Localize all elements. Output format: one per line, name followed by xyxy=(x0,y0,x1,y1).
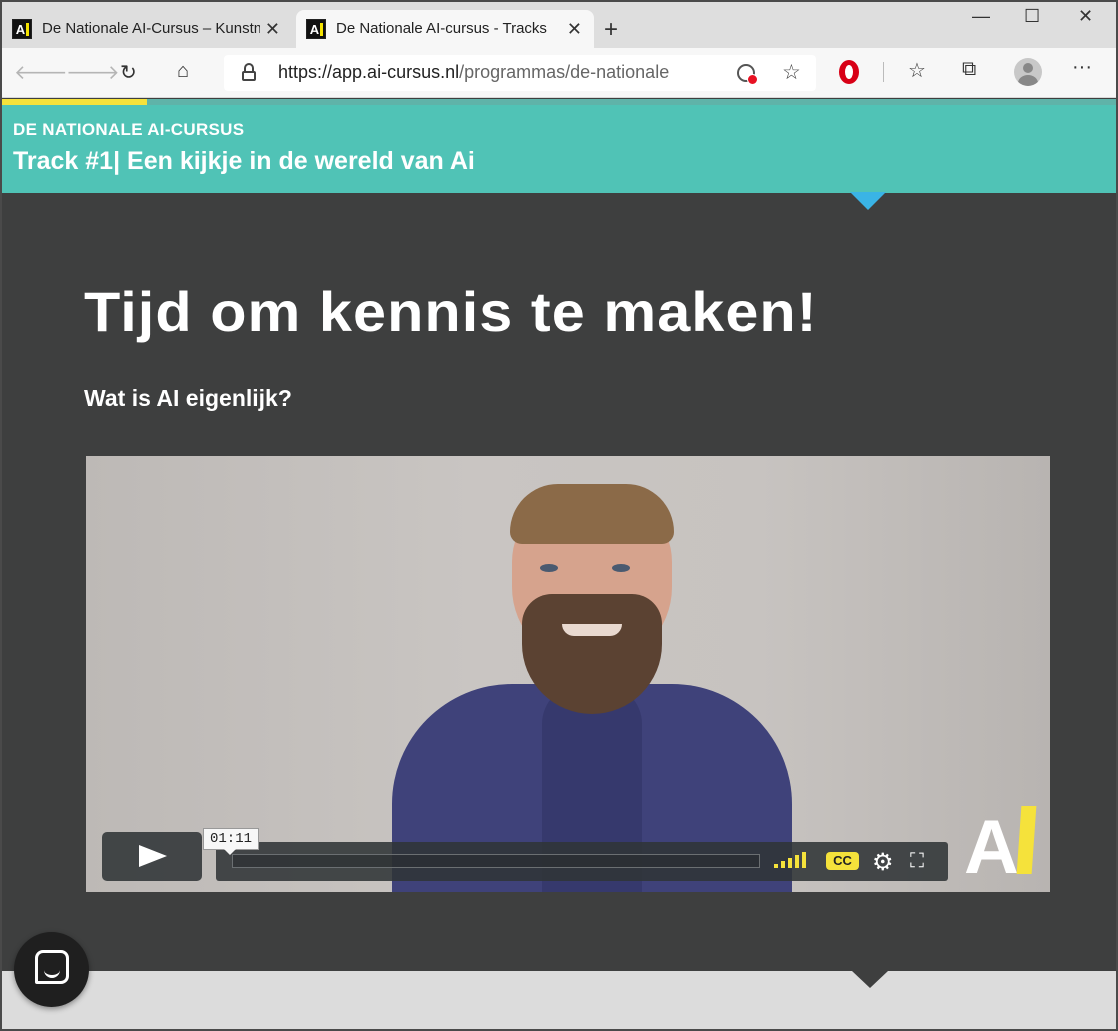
chat-launcher-button[interactable] xyxy=(14,932,89,1007)
course-header: DE NATIONALE AI-CURSUS Track #1| Een kij… xyxy=(2,105,1116,193)
section-notch-arrow xyxy=(852,971,888,988)
maximize-button[interactable]: ☐ xyxy=(1024,6,1040,27)
collections-icon[interactable]: ⧉ xyxy=(962,58,976,81)
new-tab-button[interactable]: + xyxy=(604,16,618,44)
ai-logo-icon: A xyxy=(306,19,326,39)
home-icon[interactable]: ⌂ xyxy=(177,60,189,83)
next-section-band xyxy=(2,971,1116,1029)
url-text[interactable]: https://app.ai-cursus.nl/programmas/de-n… xyxy=(278,62,718,83)
close-tab-icon[interactable]: ✕ xyxy=(567,19,582,40)
favorites-icon[interactable]: ☆ xyxy=(908,58,926,83)
address-bar[interactable]: https://app.ai-cursus.nl/programmas/de-n… xyxy=(224,55,816,91)
header-notch-arrow xyxy=(850,192,886,210)
back-icon[interactable]: 🡐 xyxy=(14,60,68,85)
fullscreen-icon[interactable]: ⛶ xyxy=(910,850,924,873)
page-headline: Tijd om kennis te maken! xyxy=(84,280,818,343)
close-tab-icon[interactable]: ✕ xyxy=(265,19,280,40)
cookie-blocked-icon[interactable] xyxy=(737,64,758,85)
ai-logo-icon: A xyxy=(12,19,32,39)
play-button[interactable] xyxy=(102,832,202,881)
tab-title: De Nationale AI-Cursus – Kunstmatige xyxy=(42,20,260,37)
tab-tracks[interactable]: A De Nationale AI-cursus - Tracks ✕ xyxy=(296,10,594,48)
time-tooltip: 01:11 xyxy=(203,828,260,855)
course-name: DE NATIONALE AI-CURSUS xyxy=(13,120,245,139)
opera-icon[interactable] xyxy=(839,60,859,84)
tab-title: De Nationale AI-cursus - Tracks xyxy=(336,20,547,37)
video-player[interactable]: CC ⚙ ⛶ 01:11 A xyxy=(86,456,1050,892)
star-icon[interactable]: ☆ xyxy=(782,60,801,85)
page-subheadline: Wat is AI eigenlijk? xyxy=(84,385,292,411)
browser-window: A De Nationale AI-Cursus – Kunstmatige ✕… xyxy=(0,0,1118,1031)
reload-icon[interactable]: ↻ xyxy=(120,60,137,85)
chat-icon xyxy=(35,950,69,984)
tab-strip: A De Nationale AI-Cursus – Kunstmatige ✕… xyxy=(2,2,1116,48)
tab-kunstmatige[interactable]: A De Nationale AI-Cursus – Kunstmatige ✕ xyxy=(2,10,292,48)
close-window-button[interactable]: ✕ xyxy=(1078,6,1093,27)
ai-watermark-logo: A xyxy=(964,806,1037,886)
video-controls: CC ⚙ ⛶ xyxy=(216,842,948,881)
video-scrubber[interactable] xyxy=(232,854,760,868)
volume-icon[interactable] xyxy=(774,852,812,868)
captions-button[interactable]: CC xyxy=(826,852,859,870)
lock-icon[interactable] xyxy=(242,63,256,81)
minimize-button[interactable]: — xyxy=(972,6,990,27)
settings-gear-icon[interactable]: ⚙ xyxy=(872,848,894,877)
track-title: Track #1| Een kijkje in de wereld van Ai xyxy=(13,147,475,175)
forward-icon[interactable]: 🡒 xyxy=(66,60,120,85)
more-icon[interactable]: ··· xyxy=(1072,56,1092,79)
profile-icon[interactable] xyxy=(1014,58,1042,86)
video-presenter xyxy=(392,484,792,892)
toolbar-divider xyxy=(883,62,884,82)
browser-toolbar: 🡐 🡒 ↻ ⌂ https://app.ai-cursus.nl/program… xyxy=(2,48,1116,98)
